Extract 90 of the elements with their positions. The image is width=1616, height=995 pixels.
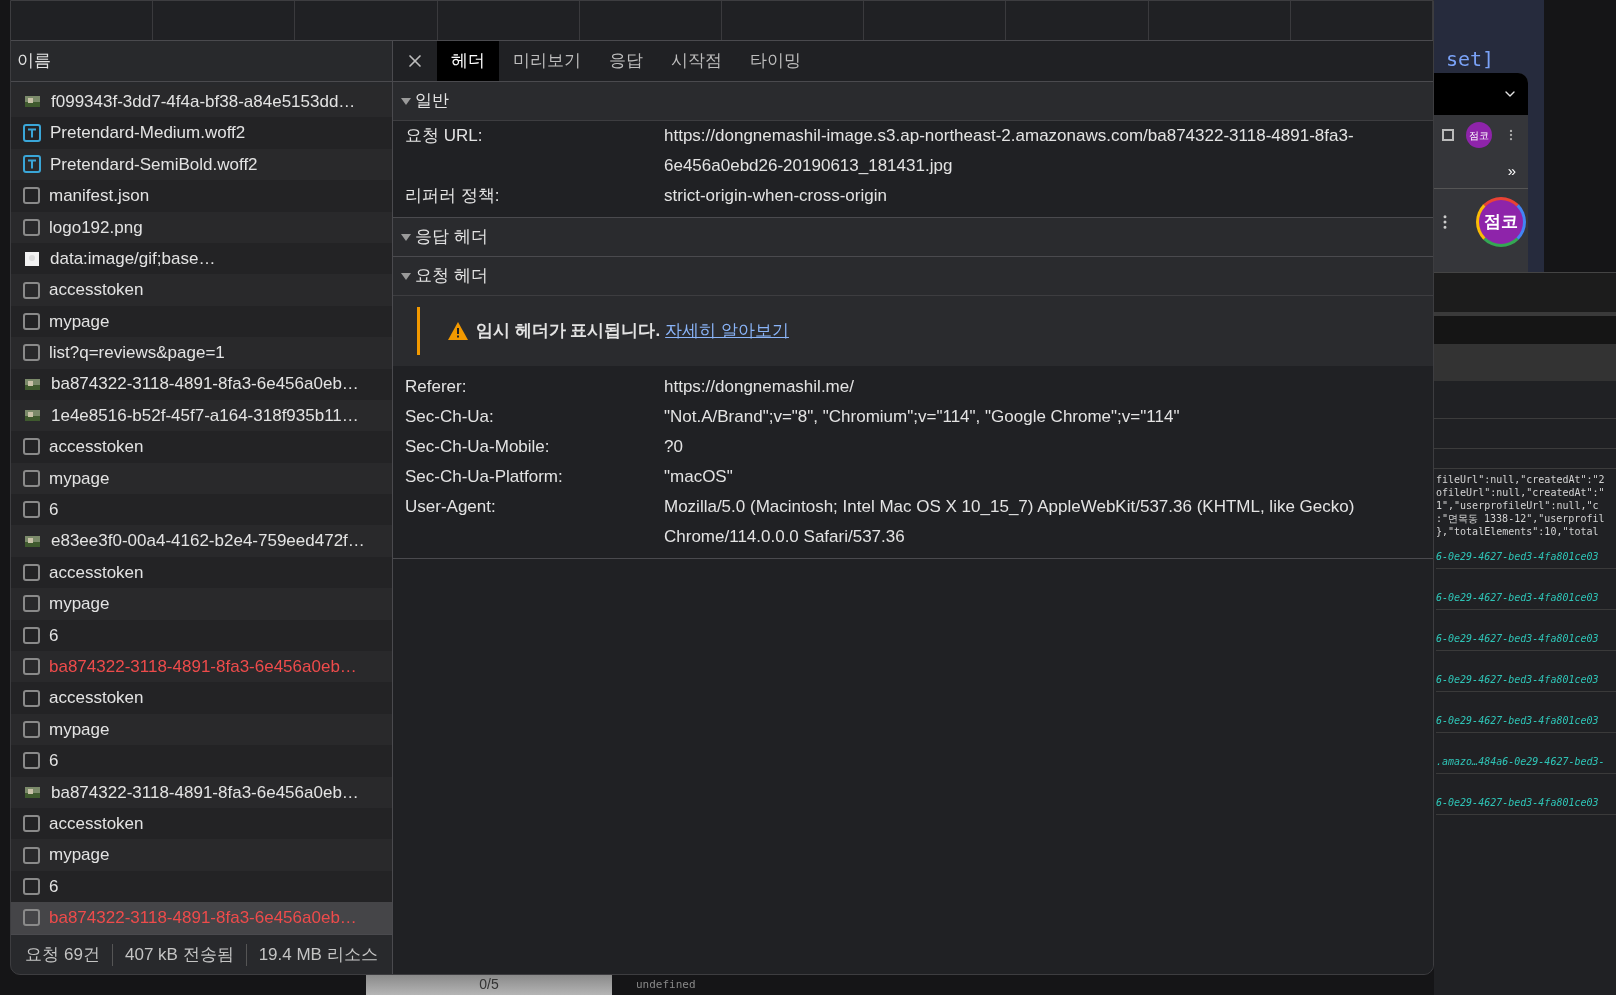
request-row[interactable]: 6 (11, 870, 392, 903)
document-icon (23, 846, 40, 864)
console-link[interactable]: 6-0e29-4627-bed3-4fa801ce03 (1436, 591, 1616, 610)
window-icon[interactable] (1442, 129, 1454, 141)
console-link[interactable]: 6-0e29-4627-bed3-4fa801ce03 (1436, 714, 1616, 733)
document-icon (23, 595, 40, 613)
request-row[interactable]: accesstoken (11, 556, 392, 589)
console-output-line: },"totalElements":10,"total (1436, 525, 1600, 538)
header-name: 리퍼러 정책: (405, 185, 501, 207)
status-text: 19.4 MB 리소스 (258, 943, 378, 966)
header-value: Mozilla/5.0 (Macintosh; Intel Mac OS X 10_15_7) AppleWebKit/537.36 (KHTML, like Gecko) Chrome/114.0.0.0 Safari/537.36 (664, 496, 1356, 548)
learn-more-link[interactable]: 자세히 알아보기 (665, 318, 789, 344)
document-icon (23, 469, 40, 487)
header-name: Referer: (405, 376, 468, 398)
header-name: 요청 URL: (405, 125, 484, 147)
image-thumbnail-icon (25, 378, 40, 390)
console-link[interactable]: 6-0e29-4627-bed3-4fa801ce03 (1436, 550, 1616, 569)
request-row[interactable]: 6 (11, 619, 392, 652)
tab[interactable]: 응답 (595, 41, 657, 81)
header-name: User-Agent: (405, 496, 497, 518)
document-icon (23, 564, 40, 582)
page-counter: 0/5 (479, 975, 499, 994)
request-row[interactable]: 6 (11, 745, 392, 777)
request-row[interactable]: ba874322-3118-4891-8fa3-6e456a0eb… (11, 368, 392, 400)
cell-value: undefined (636, 977, 696, 993)
image-thumbnail-icon (25, 410, 40, 422)
console-link[interactable]: 6-0e29-4627-bed3-4fa801ce03 (1436, 632, 1616, 651)
header-name: Sec-Ch-Ua: (405, 406, 495, 428)
image-thumbnail-icon (25, 96, 40, 108)
header-value: https://dongnemashil.me/ (664, 376, 855, 398)
column-header[interactable]: 이름 (17, 48, 51, 74)
header-name: Sec-Ch-Ua-Platform: (405, 466, 564, 488)
more-tools-button[interactable]: » (1507, 160, 1516, 183)
profile-avatar[interactable]: 점코 (1476, 197, 1526, 247)
document-icon (23, 658, 40, 676)
console-link[interactable]: .amazo…484a6-0e29-4627-bed3- (1436, 755, 1616, 774)
document-icon (23, 438, 40, 456)
request-row[interactable]: 6 (11, 494, 392, 526)
console-output-line: fileUrl":null,"createdAt":"2 (1436, 473, 1606, 486)
document-icon (23, 689, 40, 707)
request-row[interactable]: mypage (11, 305, 392, 338)
image-thumbnail-icon (25, 786, 40, 798)
request-row[interactable]: manifest.json (11, 180, 392, 212)
tab[interactable]: 헤더 (437, 41, 499, 81)
console-output-line: :"면목동 1338-12","userprofil (1436, 512, 1606, 525)
image-thumbnail-icon (25, 535, 40, 547)
console-link[interactable]: 6-0e29-4627-bed3-4fa801ce03 (1436, 796, 1616, 815)
document-icon (23, 626, 40, 644)
font-file-icon (23, 124, 41, 143)
tab[interactable]: 미리보기 (499, 41, 595, 81)
header-value: ?0 (664, 436, 684, 458)
document-icon (23, 501, 40, 519)
header-value: "macOS" (664, 466, 734, 488)
section-header[interactable]: 요청 헤더 (393, 257, 1433, 295)
triangle-icon (401, 271, 411, 281)
profile-avatar[interactable]: 점코 (1466, 122, 1492, 148)
document-icon (23, 312, 40, 330)
header-value: "Not.A/Brand";v="8", "Chromium";v="114", "Google Chrome";v="114" (664, 406, 1181, 428)
request-row[interactable]: accesstoken (11, 431, 392, 463)
section-header[interactable]: 응답 헤더 (393, 218, 1433, 256)
document-icon (23, 877, 40, 895)
document-icon (23, 344, 40, 362)
request-row[interactable]: accesstoken (11, 808, 392, 840)
triangle-icon (401, 96, 411, 106)
triangle-icon (401, 232, 411, 242)
header-name: Sec-Ch-Ua-Mobile: (405, 436, 551, 458)
header-value: strict-origin-when-cross-origin (664, 185, 888, 207)
warning-icon (448, 322, 468, 340)
request-row[interactable]: Pretendard-Medium.woff2 (11, 117, 392, 149)
document-icon (23, 187, 40, 205)
warning-message: 임시 헤더가 표시됩니다. (476, 320, 661, 343)
request-row[interactable]: accesstoken (11, 682, 392, 714)
document-icon (23, 815, 40, 833)
document-icon (23, 721, 40, 738)
tab[interactable]: 시작점 (657, 41, 736, 81)
console-link[interactable]: 6-0e29-4627-bed3-4fa801ce03 (1436, 673, 1616, 692)
tab[interactable]: 타이밍 (736, 41, 815, 81)
image-thumbnail-icon (25, 251, 39, 266)
document-icon (23, 909, 40, 927)
status-text: 요청 69건 (25, 943, 100, 966)
document-icon (23, 752, 40, 770)
document-icon (23, 218, 40, 236)
status-text: 407 kB 전송됨 (124, 943, 234, 966)
console-output-line: ofileUrl":null,"createdAt":" (1436, 486, 1606, 499)
console-output-line: 1","userprofileUrl":null,"c (1436, 499, 1600, 512)
document-icon (23, 281, 40, 299)
request-row[interactable]: data:image/gif;base… (11, 242, 392, 275)
font-file-icon (23, 155, 41, 174)
section-header[interactable]: 일반 (393, 82, 1433, 120)
editor-text: set] (1446, 46, 1495, 73)
